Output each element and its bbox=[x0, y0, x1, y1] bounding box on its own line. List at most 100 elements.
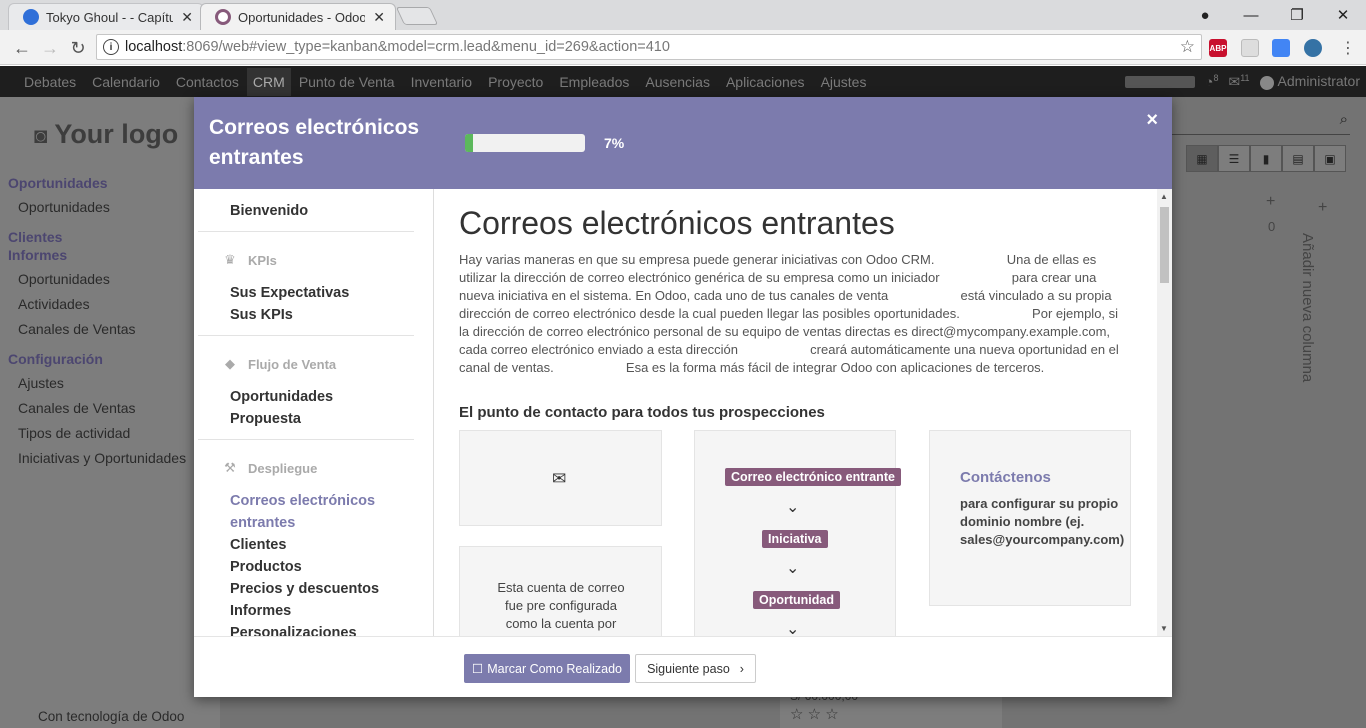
menu-ajustes[interactable]: Ajustes bbox=[813, 74, 875, 90]
odoo-main-menu: Debates Calendario Contactos CRM Punto d… bbox=[0, 66, 1366, 97]
site-info-icon[interactable]: i bbox=[103, 39, 119, 55]
menu-calendario[interactable]: Calendario bbox=[84, 74, 168, 90]
checkbox-icon: ☐ bbox=[472, 662, 484, 676]
scroll-up-icon[interactable]: ▲ bbox=[1160, 192, 1168, 201]
activities-icon[interactable]: ◔8 bbox=[1205, 73, 1218, 90]
priority-stars-icon[interactable]: ☆ ☆ ☆ bbox=[790, 705, 839, 723]
view-switcher: ▦ ☰ ▮ ▤ ▣ bbox=[1186, 145, 1346, 172]
pivot-view-icon[interactable]: ▤ bbox=[1282, 145, 1314, 172]
scrollbar-thumb[interactable] bbox=[1160, 207, 1169, 283]
nav-precios[interactable]: Precios y descuentos bbox=[230, 581, 379, 597]
menu-ausencias[interactable]: Ausencias bbox=[637, 74, 718, 90]
nav-productos[interactable]: Productos bbox=[230, 559, 302, 575]
nav-correos-entrantes[interactable]: Correos electrónicos bbox=[230, 493, 375, 509]
add-column-label[interactable]: Añadir nueva columna bbox=[1299, 233, 1316, 382]
browser-tab-tokyo-ghoul[interactable]: Tokyo Ghoul - - Capítulo ✕ bbox=[8, 3, 204, 30]
menu-proyecto[interactable]: Proyecto bbox=[480, 74, 551, 90]
onboarding-modal: Correos electrónicos entrantes 7% × Bien… bbox=[194, 97, 1172, 697]
sidebar-section-informes[interactable]: Informes bbox=[8, 247, 67, 263]
browser-tab-odoo[interactable]: Oportunidades - Odoo ✕ bbox=[200, 3, 396, 30]
sidebar-item-tipos-actividad[interactable]: Tipos de actividad bbox=[18, 425, 130, 441]
contact-link[interactable]: Contáctenos bbox=[960, 469, 1051, 486]
calendar-view-icon[interactable]: ▣ bbox=[1314, 145, 1346, 172]
messages-icon[interactable]: ✉11 bbox=[1228, 73, 1249, 91]
content-paragraph: Hay varias maneras en que su empresa pue… bbox=[459, 252, 1123, 375]
sidebar-item-config-canales[interactable]: Canales de Ventas bbox=[18, 400, 136, 416]
close-tab-icon[interactable]: ✕ bbox=[373, 9, 385, 26]
chrome-menu-icon[interactable]: ⋮ bbox=[1336, 36, 1360, 60]
url-path: :8069/web#view_type=kanban&model=crm.lea… bbox=[182, 39, 670, 55]
menu-aplicaciones[interactable]: Aplicaciones bbox=[718, 74, 813, 90]
kanban-card[interactable]: S/ 60.000,00 ☆ ☆ ☆ bbox=[780, 689, 1002, 728]
profile-icon[interactable]: ● bbox=[1182, 0, 1228, 30]
flow-step-incoming: Correo electrónico entrante bbox=[725, 468, 901, 486]
close-tab-icon[interactable]: ✕ bbox=[181, 9, 193, 26]
search-input[interactable]: ⌕ bbox=[1170, 109, 1350, 135]
minimize-button[interactable]: — bbox=[1228, 0, 1274, 30]
nav-oportunidades[interactable]: Oportunidades bbox=[230, 389, 333, 405]
sidebar-item-canales-de-ventas[interactable]: Canales de Ventas bbox=[18, 321, 136, 337]
close-window-button[interactable]: ✕ bbox=[1320, 0, 1366, 30]
column-count: 0 bbox=[1268, 219, 1276, 234]
menu-punto-de-venta[interactable]: Punto de Venta bbox=[291, 74, 403, 90]
reload-icon[interactable]: ↻ bbox=[66, 36, 90, 60]
sidebar-item-actividades[interactable]: Actividades bbox=[18, 296, 90, 312]
add-card-icon[interactable]: + bbox=[1266, 193, 1275, 211]
menu-empleados[interactable]: Empleados bbox=[551, 74, 637, 90]
content-heading: Correos electrónicos entrantes bbox=[459, 205, 895, 241]
nav-category-flujo: ◆ Flujo de Venta bbox=[222, 356, 336, 372]
next-step-button[interactable]: Siguiente paso › bbox=[635, 654, 756, 683]
mark-as-done-button[interactable]: ☐ Marcar Como Realizado bbox=[464, 654, 630, 683]
content-scrollbar[interactable]: ▲ ▼ bbox=[1157, 189, 1172, 636]
user-menu[interactable]: Administrator bbox=[1259, 73, 1360, 90]
sidebar-item-oportunidades[interactable]: Oportunidades bbox=[18, 199, 110, 215]
forward-arrow-icon[interactable]: → bbox=[38, 36, 62, 60]
chevron-down-icon: ⌄ bbox=[786, 560, 800, 577]
menu-crm[interactable]: CRM bbox=[246, 67, 291, 96]
search-icon[interactable]: ⌕ bbox=[1340, 111, 1348, 128]
translate-extension-icon[interactable] bbox=[1272, 39, 1290, 57]
odoo-systray: ◔8 ✉11 Administrator bbox=[1124, 73, 1360, 91]
sidebar-section-oportunidades[interactable]: Oportunidades bbox=[8, 175, 108, 191]
nav-informes[interactable]: Informes bbox=[230, 603, 291, 619]
add-column-icon[interactable]: + bbox=[1318, 199, 1327, 217]
restore-button[interactable]: ❐ bbox=[1274, 0, 1320, 30]
graph-view-icon[interactable]: ▮ bbox=[1250, 145, 1282, 172]
sidebar-section-configuracion[interactable]: Configuración bbox=[8, 351, 103, 367]
flow-card: Correo electrónico entrante ⌄ Iniciativa… bbox=[694, 430, 901, 636]
menu-debates[interactable]: Debates bbox=[16, 74, 84, 90]
magic-wand-icon: ⚒ bbox=[224, 460, 236, 475]
kanban-view-icon[interactable]: ▦ bbox=[1186, 145, 1218, 172]
sidebar-item-ajustes[interactable]: Ajustes bbox=[18, 375, 64, 391]
browser-tabstrip: Tokyo Ghoul - - Capítulo ✕ Oportunidades… bbox=[0, 0, 1366, 30]
tab-title: Oportunidades - Odoo bbox=[238, 9, 366, 25]
tab-title: Tokyo Ghoul - - Capítulo bbox=[46, 9, 174, 25]
nav-category-label: KPIs bbox=[248, 252, 277, 268]
sidebar-item-iniciativas[interactable]: Iniciativas y Oportunidades bbox=[18, 450, 186, 466]
python-extension-icon[interactable] bbox=[1304, 39, 1322, 57]
bookmark-star-icon[interactable]: ☆ bbox=[1180, 37, 1195, 57]
nav-clientes[interactable]: Clientes bbox=[230, 537, 286, 553]
new-tab-button[interactable] bbox=[395, 7, 439, 25]
email-card: ✉ bbox=[459, 430, 662, 526]
extension-gear-icon[interactable] bbox=[1241, 39, 1259, 57]
list-view-icon[interactable]: ☰ bbox=[1218, 145, 1250, 172]
modal-title: Correos electrónicos entrantes bbox=[209, 116, 420, 169]
nav-bienvenido[interactable]: Bienvenido bbox=[230, 203, 308, 219]
sidebar-item-report-oportunidades[interactable]: Oportunidades bbox=[18, 271, 110, 287]
sidebar-section-clientes[interactable]: Clientes bbox=[8, 229, 62, 245]
nav-propuesta[interactable]: Propuesta bbox=[230, 411, 301, 427]
address-bar[interactable]: i localhost:8069/web#view_type=kanban&mo… bbox=[96, 34, 1202, 60]
progress-bar bbox=[465, 134, 585, 152]
close-modal-button[interactable]: × bbox=[1146, 109, 1158, 132]
adblock-extension-icon[interactable]: ABP bbox=[1209, 39, 1227, 57]
back-arrow-icon[interactable]: ← bbox=[10, 36, 34, 60]
menu-inventario[interactable]: Inventario bbox=[403, 74, 480, 90]
scroll-down-icon[interactable]: ▼ bbox=[1160, 624, 1168, 633]
nav-sus-kpis[interactable]: Sus KPIs bbox=[230, 307, 293, 323]
onboarding-progress[interactable] bbox=[1124, 75, 1195, 88]
nav-sus-expectativas[interactable]: Sus Expectativas bbox=[230, 285, 349, 301]
nav-correos-entrantes-cont[interactable]: entrantes bbox=[230, 515, 295, 531]
nav-personalizaciones[interactable]: Personalizaciones bbox=[230, 625, 357, 636]
menu-contactos[interactable]: Contactos bbox=[168, 74, 247, 90]
